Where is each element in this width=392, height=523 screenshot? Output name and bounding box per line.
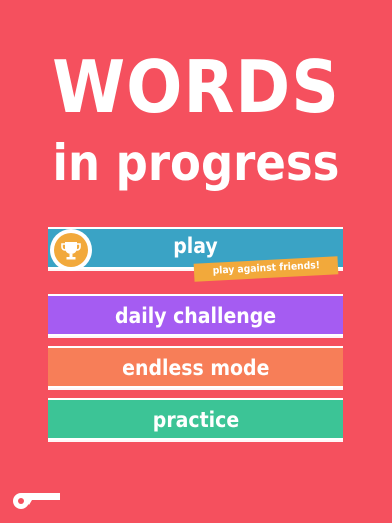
play-button-label: play (173, 234, 218, 258)
whistle-icon[interactable] (12, 492, 62, 510)
daily-challenge-button[interactable]: daily challenge (48, 294, 343, 336)
daily-challenge-label: daily challenge (114, 304, 277, 328)
endless-mode-button[interactable]: endless mode (48, 346, 343, 388)
game-title: WORDS (52, 45, 340, 129)
trophy-icon (54, 233, 88, 267)
game-subtitle: in progress (52, 134, 340, 192)
practice-label: practice (152, 408, 239, 432)
endless-mode-label: endless mode (121, 356, 270, 380)
trophy-badge (50, 229, 92, 271)
practice-button[interactable]: practice (48, 398, 343, 440)
